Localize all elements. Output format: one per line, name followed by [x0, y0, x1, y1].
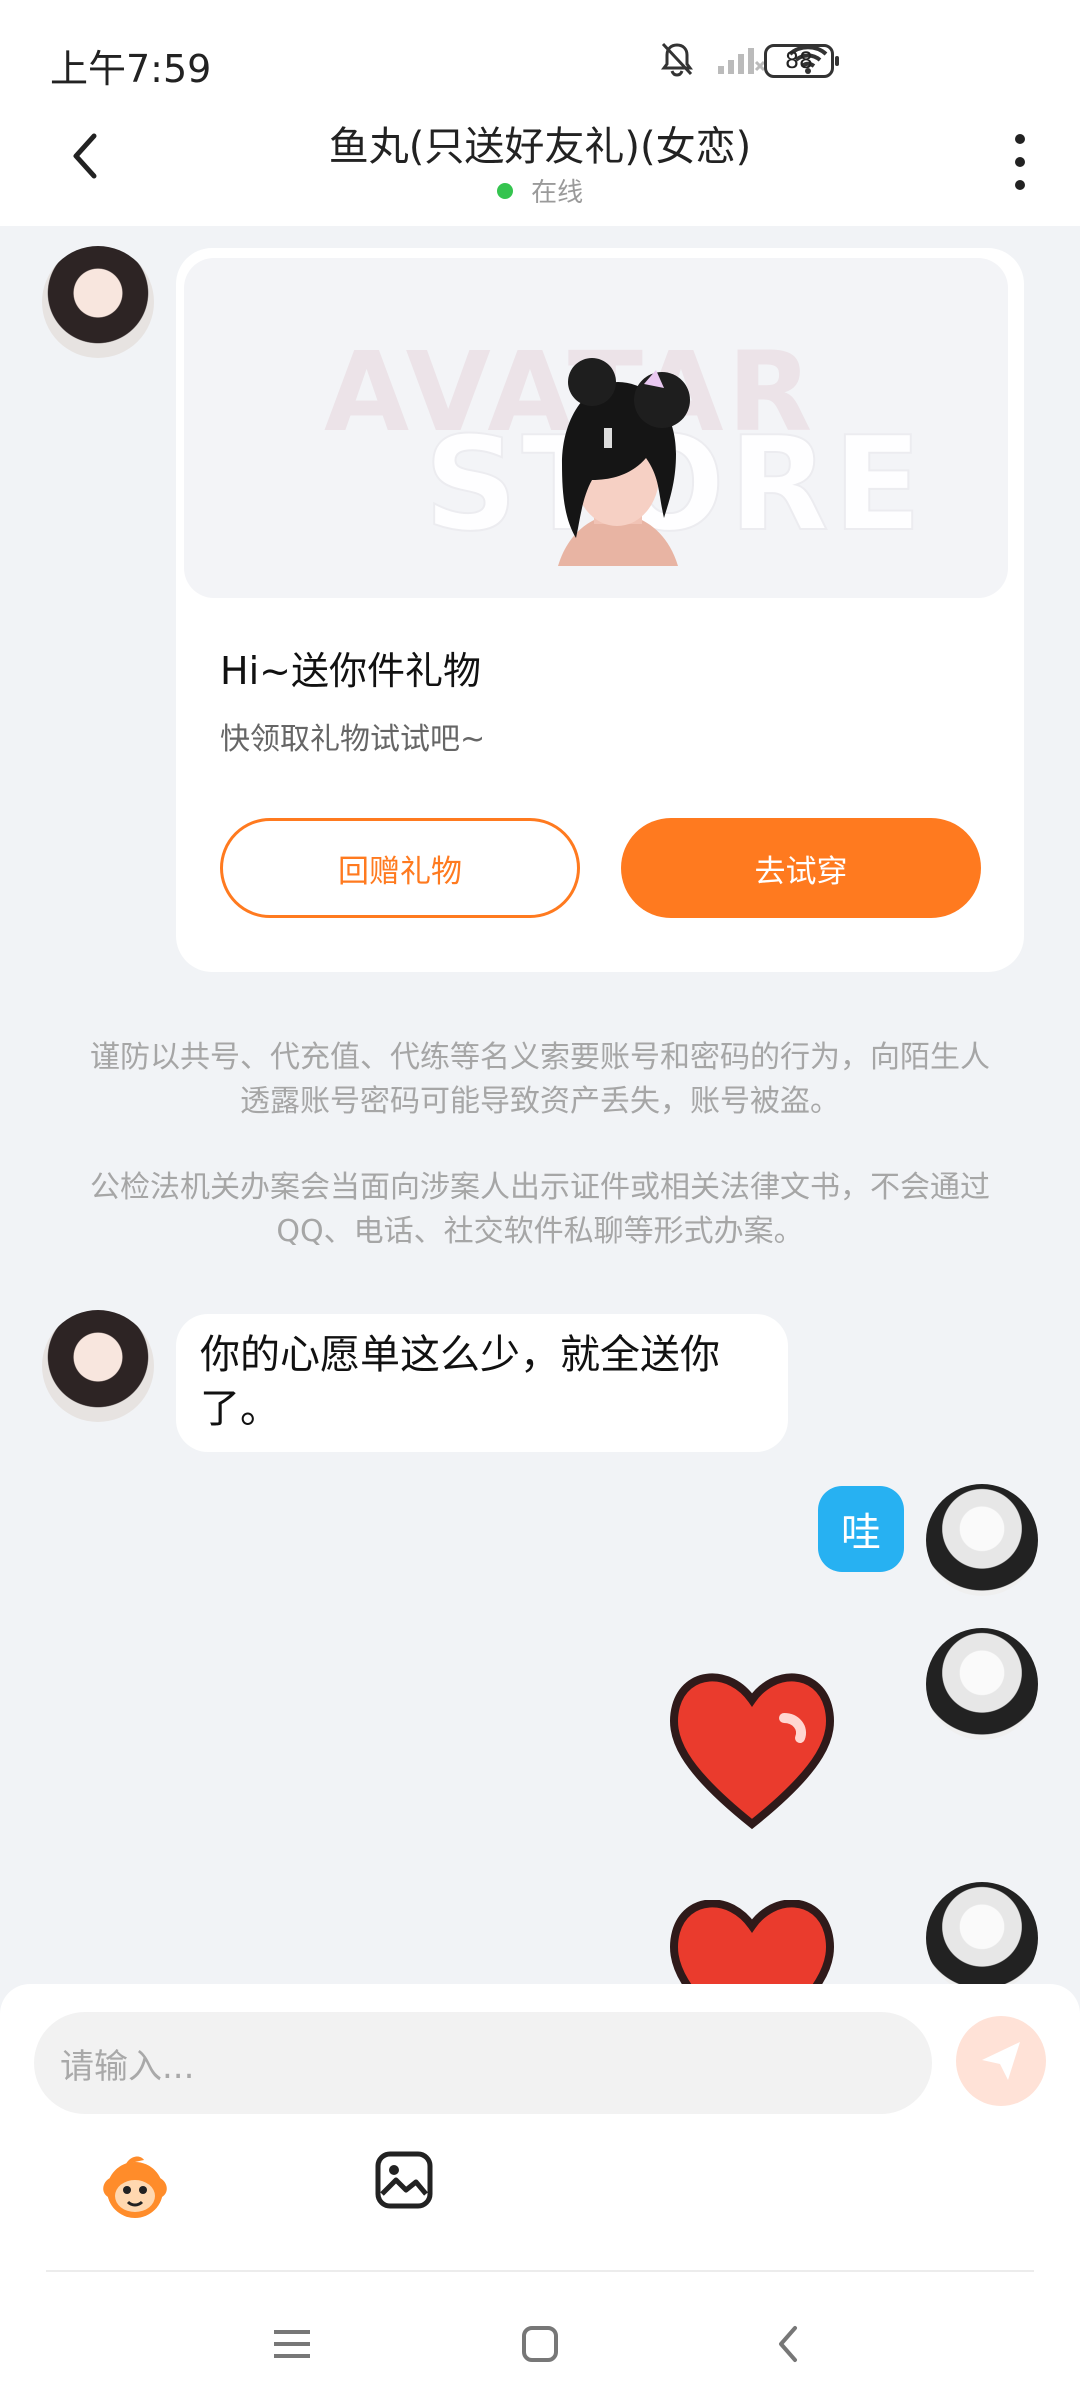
image-icon	[375, 2151, 433, 2209]
system-nav-bar	[0, 2284, 1080, 2400]
home-button[interactable]	[510, 2314, 570, 2374]
battery-icon: 88	[764, 44, 839, 78]
return-gift-button[interactable]: 回赠礼物	[220, 818, 580, 918]
friend-avatar[interactable]	[42, 1310, 154, 1422]
divider	[46, 2270, 1034, 2272]
image-button[interactable]	[372, 2148, 436, 2212]
signal-off-icon	[716, 42, 766, 76]
try-on-button[interactable]: 去试穿	[621, 818, 981, 918]
header-bar: 上午7:59 88 鱼丸(只送好友礼)(女恋) 在线	[0, 0, 1080, 226]
more-dot-icon	[1015, 157, 1025, 167]
sticker-button[interactable]	[96, 2150, 174, 2228]
friend-avatar[interactable]	[42, 246, 154, 358]
friend-message-bubble: 你的心愿单这么少，就全送你了。	[176, 1314, 788, 1452]
security-notice-1: 谨防以共号、代充值、代练等名义索要账号和密码的行为，向陌生人透露账号密码可能导致…	[90, 1040, 990, 1119]
my-avatar[interactable]	[926, 1882, 1038, 1994]
send-icon	[982, 2042, 1020, 2080]
hairstyle-item-icon	[558, 358, 690, 566]
security-notice-2: 公检法机关办案会当面向涉案人出示证件或相关法律文书，不会通过QQ、电话、社交软件…	[90, 1170, 990, 1249]
more-dot-icon	[1015, 180, 1025, 190]
my-message-bubble: 哇	[818, 1486, 904, 1572]
input-panel: 请输入...	[0, 1984, 1080, 2400]
gift-title: Hi~送你件礼物	[220, 649, 481, 693]
gift-subtitle: 快领取礼物试试吧~	[220, 722, 486, 757]
more-dot-icon	[1015, 134, 1025, 144]
more-options-button[interactable]	[1008, 134, 1032, 190]
home-square-icon	[522, 2326, 558, 2362]
chat-screen: 上午7:59 88 鱼丸(只送好友礼)(女恋) 在线 AVATAR STORE …	[0, 0, 1080, 2400]
menu-icon	[274, 2330, 310, 2358]
my-avatar[interactable]	[926, 1628, 1038, 1740]
nav-back-icon	[779, 2326, 797, 2362]
online-dot-icon	[496, 183, 513, 199]
battery-level: 88	[785, 48, 813, 74]
my-avatar[interactable]	[926, 1484, 1038, 1596]
input-placeholder: 请输入...	[60, 2046, 195, 2087]
mute-bell-icon	[658, 40, 696, 78]
status-time: 上午7:59	[50, 47, 212, 91]
heart-sticker-icon	[669, 1673, 835, 1830]
monkey-sticker-icon	[103, 2156, 167, 2218]
online-label: 在线	[531, 178, 584, 208]
send-button[interactable]	[956, 2016, 1046, 2106]
online-status: 在线	[0, 172, 1080, 209]
gift-card: AVATAR STORE Hi~送你件礼物 快领取礼物试试吧~ 回赠礼物 去试穿	[176, 248, 1024, 972]
chat-title: 鱼丸(只送好友礼)(女恋)	[328, 124, 752, 170]
gift-image: AVATAR STORE	[184, 258, 1008, 598]
nav-back-button[interactable]	[758, 2314, 818, 2374]
message-input[interactable]: 请输入...	[34, 2012, 932, 2114]
menu-button[interactable]	[262, 2314, 322, 2374]
